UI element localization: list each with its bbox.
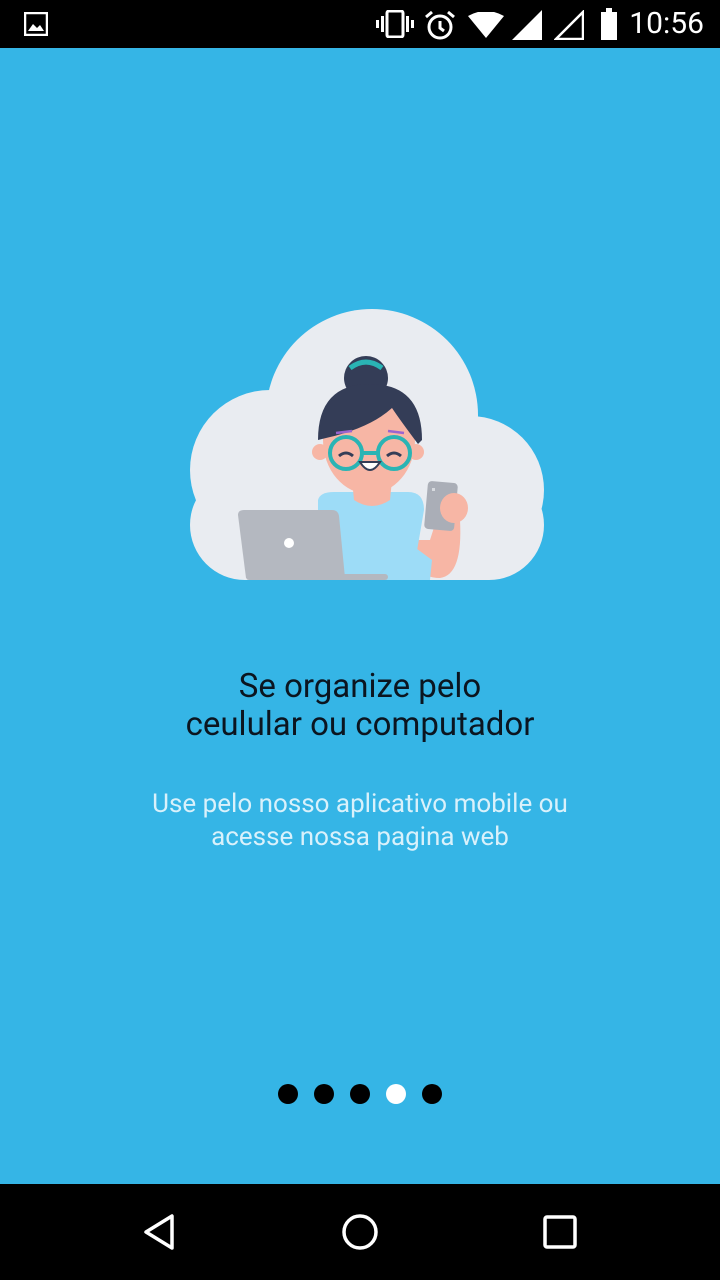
page-dot-5[interactable] [422, 1084, 442, 1104]
battery-icon [601, 8, 617, 40]
title-line: ceulular ou computador [185, 705, 535, 744]
vibrate-icon [376, 10, 414, 38]
page-dot-1[interactable] [278, 1084, 298, 1104]
navigation-bar [0, 1184, 720, 1280]
page-subtitle: Use pelo nosso aplicativo mobile ou aces… [0, 788, 720, 854]
subtitle-line: Use pelo nosso aplicativo mobile ou [152, 789, 568, 819]
status-bar: 10:56 [0, 0, 720, 48]
page-title: Se organize pelo ceulular ou computador [0, 668, 720, 744]
onboarding-illustration [190, 309, 544, 580]
recents-button[interactable] [500, 1184, 620, 1280]
image-icon [24, 12, 48, 36]
page-indicator [0, 1084, 720, 1108]
onboarding-page[interactable]: Se organize pelo ceulular ou computador … [0, 48, 720, 1184]
subtitle-line: acesse nossa pagina web [211, 822, 509, 852]
back-icon [144, 1214, 174, 1250]
home-icon [342, 1214, 378, 1250]
wifi-icon [468, 12, 504, 38]
title-line: Se organize pelo [238, 667, 482, 706]
alarm-icon [425, 10, 455, 40]
signal-empty-icon [554, 10, 584, 40]
home-button[interactable] [300, 1184, 420, 1280]
clock: 10:56 [629, 6, 704, 41]
back-button[interactable] [100, 1184, 220, 1280]
signal-icon [512, 10, 542, 40]
page-dot-4[interactable] [386, 1084, 406, 1104]
recents-icon [543, 1215, 577, 1249]
page-dot-3[interactable] [350, 1084, 370, 1104]
page-dot-2[interactable] [314, 1084, 334, 1104]
